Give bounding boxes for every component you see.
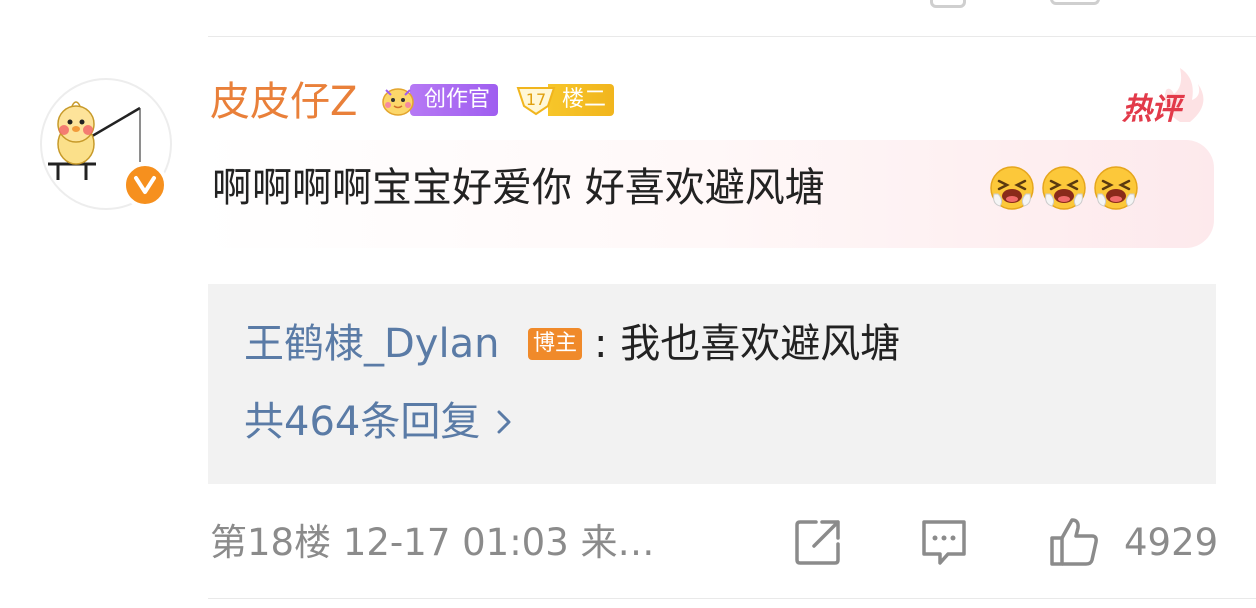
creator-badge[interactable]: 创作官 [378,80,499,120]
author-tag: 博主 [528,328,582,360]
share-icon[interactable] [792,516,844,568]
verified-badge-icon [122,162,168,208]
floor-badge[interactable]: 17 楼二 [514,84,615,116]
divider [208,36,1256,37]
creator-mascot-icon [382,88,414,116]
floor-badge-number: 17 [526,90,546,109]
comment-text: 啊啊啊啊宝宝好爱你 好喜欢避风塘 [212,165,825,211]
reply-count-label: 共464条回复 [244,399,481,445]
crying-face-icon [1094,166,1138,210]
hot-comment-label: 热评 [1122,92,1181,127]
comment-icon[interactable] [918,516,970,568]
like-count: 4929 [1124,521,1219,564]
crying-face-icon [1042,166,1086,210]
floor-diamond-icon: 17 [516,87,556,116]
view-replies-link[interactable]: 共464条回复 [244,396,514,448]
reply-username[interactable]: 王鹤棣_Dylan [244,318,499,370]
previous-comment-icon [930,0,966,8]
chevron-right-icon [497,410,511,434]
reply-text: : 我也喜欢避风塘 [594,321,901,367]
divider [208,598,1256,599]
like-thumb-icon[interactable] [1048,516,1100,568]
creator-badge-label: 创作官 [410,84,499,116]
comment-username[interactable]: 皮皮仔Z [210,78,357,126]
previous-comment-icon [1050,0,1100,5]
comment-meta: 第18楼 12-17 01:03 来… [210,521,655,564]
emoji-row [988,164,1140,212]
reply-preview-box[interactable] [208,284,1216,484]
crying-face-icon [990,166,1034,210]
hot-comment-badge: 热评 [1120,64,1210,127]
